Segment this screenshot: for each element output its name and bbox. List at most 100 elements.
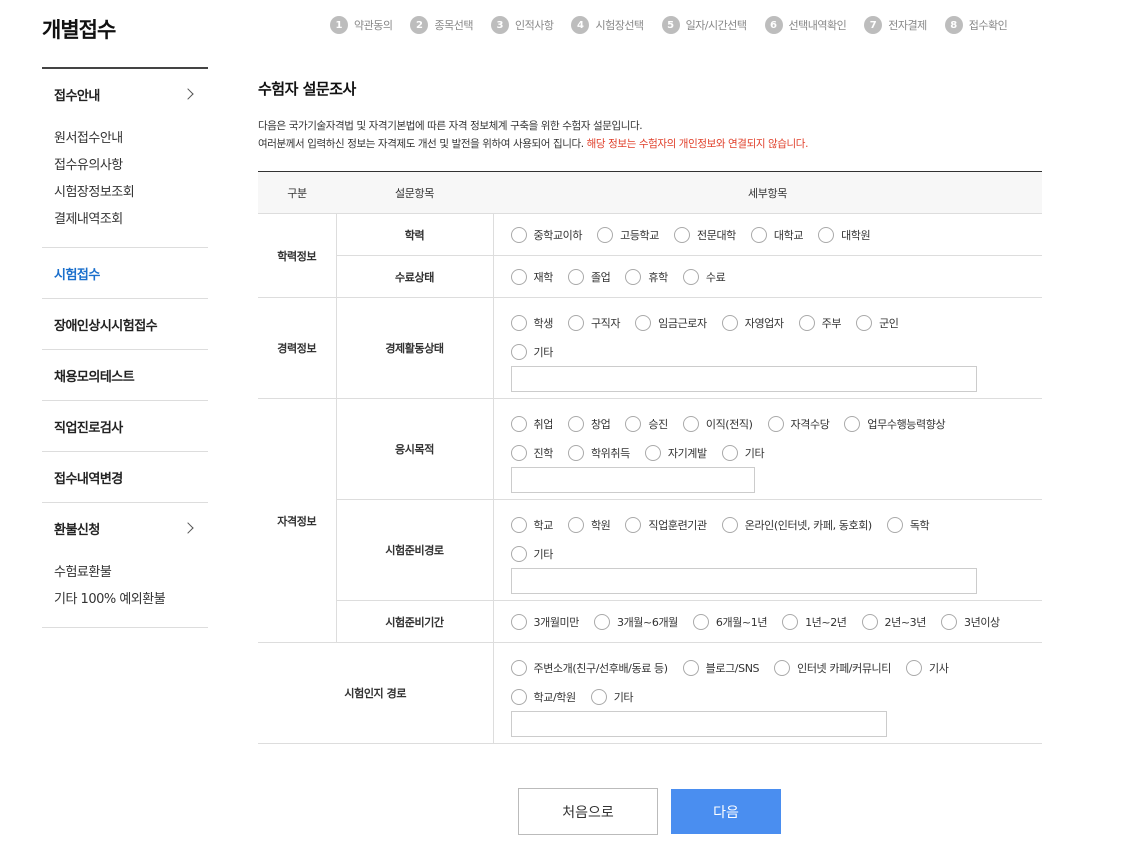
radio-circle-icon[interactable] bbox=[692, 613, 709, 630]
radio-circle-icon[interactable] bbox=[644, 444, 661, 461]
radio-circle-icon[interactable] bbox=[597, 226, 614, 243]
radio-circle-icon[interactable] bbox=[721, 315, 738, 331]
radio-option[interactable]: 취업 bbox=[510, 416, 553, 432]
radio-circle-icon[interactable] bbox=[861, 613, 878, 630]
radio-circle-icon[interactable] bbox=[567, 517, 584, 533]
radio-option[interactable]: 수료 bbox=[682, 268, 726, 285]
radio-circle-icon[interactable] bbox=[510, 517, 527, 533]
radio-circle-icon[interactable] bbox=[510, 688, 527, 705]
radio-circle-icon[interactable] bbox=[674, 226, 690, 243]
radio-option[interactable]: 자기계발 bbox=[644, 444, 707, 461]
sidebar-subitem[interactable]: 시험장정보조회 bbox=[54, 179, 196, 206]
sidebar-item[interactable]: 접수안내 bbox=[54, 69, 196, 119]
radio-option[interactable]: 졸업 bbox=[567, 268, 611, 285]
radio-circle-icon[interactable] bbox=[886, 517, 903, 533]
radio-option[interactable]: 6개월~1년 bbox=[692, 613, 767, 630]
radio-option[interactable]: 온라인(인터넷, 카페, 동호회) bbox=[721, 517, 872, 533]
radio-option[interactable]: 대학교 bbox=[750, 226, 803, 243]
radio-option[interactable]: 자영업자 bbox=[721, 315, 784, 331]
radio-circle-icon[interactable] bbox=[510, 660, 527, 676]
radio-option[interactable]: 직업훈련기관 bbox=[625, 517, 707, 533]
employment-other-input[interactable] bbox=[510, 365, 977, 392]
radio-option[interactable]: 기타 bbox=[510, 343, 553, 360]
sidebar-item[interactable]: 환불신청 bbox=[54, 503, 196, 553]
radio-option[interactable]: 2년~3년 bbox=[861, 613, 926, 630]
radio-circle-icon[interactable] bbox=[567, 268, 584, 285]
radio-circle-icon[interactable] bbox=[906, 660, 922, 676]
radio-option[interactable]: 3년이상 bbox=[941, 613, 1000, 630]
radio-circle-icon[interactable] bbox=[818, 226, 835, 243]
radio-circle-icon[interactable] bbox=[782, 613, 799, 630]
radio-option[interactable]: 자격수당 bbox=[767, 416, 830, 432]
radio-option[interactable]: 중학교이하 bbox=[510, 226, 583, 243]
radio-circle-icon[interactable] bbox=[856, 315, 873, 331]
radio-option[interactable]: 3개월미만 bbox=[510, 613, 579, 630]
radio-circle-icon[interactable] bbox=[844, 416, 861, 432]
sidebar-subitem[interactable]: 수험료환불 bbox=[54, 559, 196, 586]
radio-option[interactable]: 학위취득 bbox=[567, 444, 630, 461]
radio-circle-icon[interactable] bbox=[682, 268, 699, 285]
radio-circle-icon[interactable] bbox=[510, 416, 527, 432]
radio-circle-icon[interactable] bbox=[510, 613, 527, 630]
radio-option[interactable]: 1년~2년 bbox=[782, 613, 847, 630]
radio-circle-icon[interactable] bbox=[750, 226, 767, 243]
radio-circle-icon[interactable] bbox=[721, 517, 738, 533]
radio-option[interactable]: 학교 bbox=[510, 517, 553, 533]
prep-path-other-input[interactable] bbox=[510, 567, 977, 594]
radio-circle-icon[interactable] bbox=[721, 444, 738, 461]
purpose-other-input[interactable] bbox=[510, 466, 755, 493]
sidebar-item[interactable]: 장애인상시시험접수 bbox=[54, 299, 196, 349]
radio-option[interactable]: 진학 bbox=[510, 444, 553, 461]
radio-circle-icon[interactable] bbox=[510, 444, 527, 461]
radio-option[interactable]: 독학 bbox=[886, 517, 930, 533]
radio-option[interactable]: 이직(전직) bbox=[682, 416, 753, 432]
radio-option[interactable]: 대학원 bbox=[818, 226, 871, 243]
radio-option[interactable]: 기타 bbox=[510, 545, 553, 562]
sidebar-subitem[interactable]: 원서접수안내 bbox=[54, 125, 196, 152]
radio-option[interactable]: 고등학교 bbox=[597, 226, 659, 243]
radio-option[interactable]: 군인 bbox=[856, 315, 899, 331]
sidebar-item[interactable]: 접수내역변경 bbox=[54, 452, 196, 502]
radio-circle-icon[interactable] bbox=[941, 613, 958, 630]
first-button[interactable]: 처음으로 bbox=[518, 788, 658, 835]
radio-option[interactable]: 주변소개(친구/선후배/동료 등) bbox=[510, 660, 668, 676]
radio-option[interactable]: 주부 bbox=[798, 315, 841, 331]
radio-circle-icon[interactable] bbox=[625, 517, 642, 533]
sidebar-item[interactable]: 채용모의테스트 bbox=[54, 350, 196, 400]
sidebar-item[interactable]: 직업진로검사 bbox=[54, 401, 196, 451]
radio-circle-icon[interactable] bbox=[567, 444, 584, 461]
radio-option[interactable]: 창업 bbox=[567, 416, 611, 432]
radio-option[interactable]: 블로그/SNS bbox=[682, 660, 760, 676]
awareness-other-input[interactable] bbox=[510, 710, 887, 737]
radio-circle-icon[interactable] bbox=[510, 226, 527, 243]
radio-option[interactable]: 전문대학 bbox=[674, 226, 736, 243]
radio-option[interactable]: 학교/학원 bbox=[510, 688, 576, 705]
sidebar-subitem[interactable]: 접수유의사항 bbox=[54, 152, 196, 179]
radio-circle-icon[interactable] bbox=[625, 416, 642, 432]
radio-option[interactable]: 기타 bbox=[590, 688, 634, 705]
radio-option[interactable]: 승진 bbox=[625, 416, 668, 432]
sidebar-item[interactable]: 시험접수 bbox=[54, 248, 196, 298]
sidebar-subitem[interactable]: 결제내역조회 bbox=[54, 206, 196, 233]
radio-option[interactable]: 학원 bbox=[567, 517, 611, 533]
radio-option[interactable]: 구직자 bbox=[567, 315, 621, 331]
radio-option[interactable]: 인터넷 카페/커뮤니티 bbox=[774, 660, 891, 676]
radio-circle-icon[interactable] bbox=[510, 268, 527, 285]
radio-option[interactable]: 3개월~6개월 bbox=[593, 613, 678, 630]
radio-circle-icon[interactable] bbox=[567, 315, 584, 331]
radio-option[interactable]: 재학 bbox=[510, 268, 553, 285]
radio-circle-icon[interactable] bbox=[774, 660, 791, 676]
radio-option[interactable]: 임금근로자 bbox=[635, 315, 707, 331]
radio-option[interactable]: 휴학 bbox=[625, 268, 668, 285]
radio-circle-icon[interactable] bbox=[510, 343, 527, 360]
radio-option[interactable]: 기타 bbox=[721, 444, 765, 461]
radio-circle-icon[interactable] bbox=[798, 315, 815, 331]
radio-circle-icon[interactable] bbox=[510, 545, 527, 562]
radio-option[interactable]: 업무수행능력향상 bbox=[844, 416, 946, 432]
radio-circle-icon[interactable] bbox=[767, 416, 784, 432]
next-button[interactable]: 다음 bbox=[671, 789, 781, 834]
radio-option[interactable]: 기사 bbox=[906, 660, 949, 676]
radio-circle-icon[interactable] bbox=[567, 416, 584, 432]
radio-circle-icon[interactable] bbox=[593, 613, 610, 630]
radio-circle-icon[interactable] bbox=[682, 660, 699, 676]
